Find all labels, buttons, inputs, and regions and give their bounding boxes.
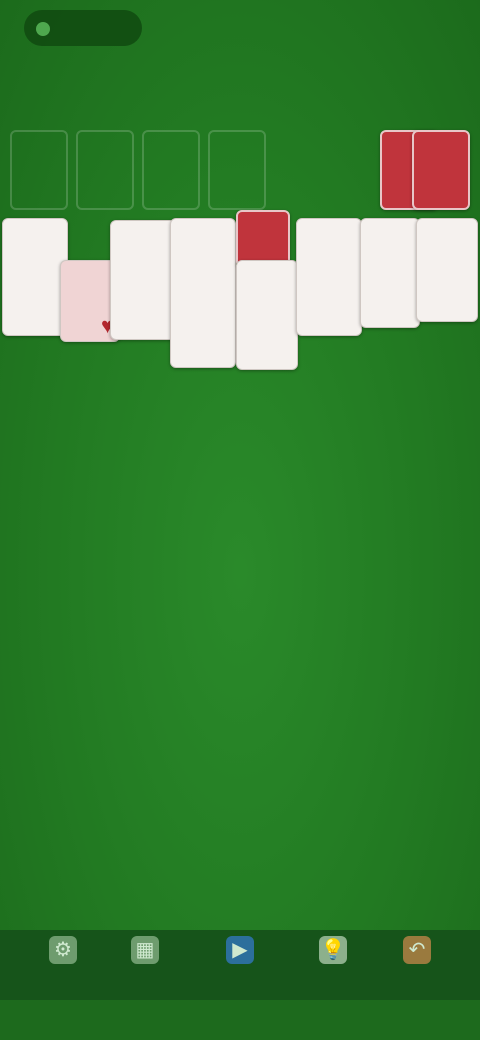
undo-icon: ↶ bbox=[403, 936, 431, 964]
foundation-slot[interactable] bbox=[76, 130, 134, 210]
tableau-card[interactable] bbox=[236, 260, 298, 370]
status-icon bbox=[36, 22, 50, 36]
tableau-card[interactable] bbox=[360, 218, 420, 328]
tableau-card[interactable] bbox=[416, 218, 478, 322]
settings-icon: ⚙ bbox=[49, 936, 77, 964]
tableau-card[interactable] bbox=[296, 218, 362, 336]
foundation-slot[interactable] bbox=[208, 130, 266, 210]
stat-time bbox=[195, 62, 285, 122]
play-button[interactable]: ▶ bbox=[205, 936, 275, 994]
settings-button[interactable]: ⚙ bbox=[28, 936, 98, 994]
tableau-card[interactable] bbox=[2, 218, 68, 336]
stock-pile[interactable] bbox=[412, 130, 470, 210]
foundation-slot[interactable] bbox=[142, 130, 200, 210]
games-icon: ▦ bbox=[131, 936, 159, 964]
undo-button[interactable]: ↶ bbox=[382, 936, 452, 994]
hint-icon: 💡 bbox=[319, 936, 347, 964]
stat-score bbox=[60, 62, 150, 122]
foundation-row bbox=[0, 130, 480, 210]
play-icon: ▶ bbox=[226, 936, 254, 964]
tableau-card[interactable] bbox=[110, 220, 176, 340]
bottom-toolbar: ⚙ ▦ ▶ 💡 ↶ bbox=[0, 930, 480, 1000]
hint-button[interactable]: 💡 bbox=[298, 936, 368, 994]
games-button[interactable]: ▦ bbox=[110, 936, 180, 994]
stat-moves bbox=[325, 62, 415, 122]
tableau-card[interactable] bbox=[170, 218, 236, 368]
foundation-slot[interactable] bbox=[10, 130, 68, 210]
system-nav-bar bbox=[0, 1000, 480, 1040]
tableau: ♥ bbox=[0, 210, 480, 410]
